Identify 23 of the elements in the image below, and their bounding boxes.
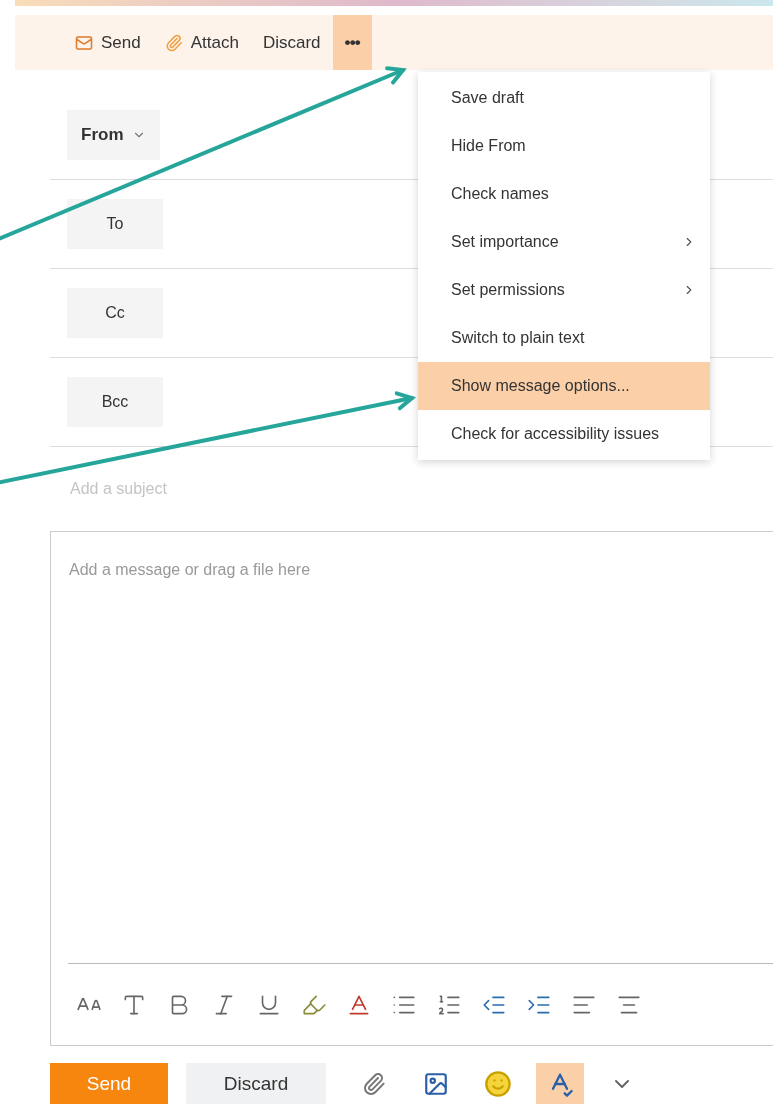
subject-field[interactable]: Add a subject [70, 477, 670, 501]
more-toolbar-button[interactable]: ••• [332, 15, 372, 70]
from-button[interactable]: From [67, 110, 160, 160]
send-toolbar-button[interactable]: Send [63, 15, 153, 70]
recipient-button[interactable]: Bcc [67, 377, 163, 427]
menu-item[interactable]: Show message options... [418, 362, 710, 410]
spell-check-icon[interactable] [536, 1063, 584, 1104]
menu-item[interactable]: Set permissions [418, 266, 710, 314]
menu-item[interactable]: Check for accessibility issues [418, 410, 710, 458]
envelope-icon [75, 33, 93, 52]
menu-item[interactable]: Hide From [418, 122, 710, 170]
menu-item[interactable]: Switch to plain text [418, 314, 710, 362]
menu-item[interactable]: Save draft [418, 74, 710, 122]
recipient-button[interactable]: Cc [67, 288, 163, 338]
menu-item[interactable]: Set importance [418, 218, 710, 266]
discard-toolbar-button[interactable]: Discard [250, 15, 333, 70]
paperclip-icon [164, 33, 183, 52]
discard-button[interactable]: Discard [186, 1063, 326, 1104]
attach-toolbar-button[interactable]: Attach [152, 15, 251, 70]
message-field[interactable]: Add a message or drag a file here [69, 558, 773, 938]
recipient-button[interactable]: To [67, 199, 163, 249]
message-body[interactable]: Add a message or drag a file here [50, 531, 773, 1046]
menu-item[interactable]: Check names [418, 170, 710, 218]
